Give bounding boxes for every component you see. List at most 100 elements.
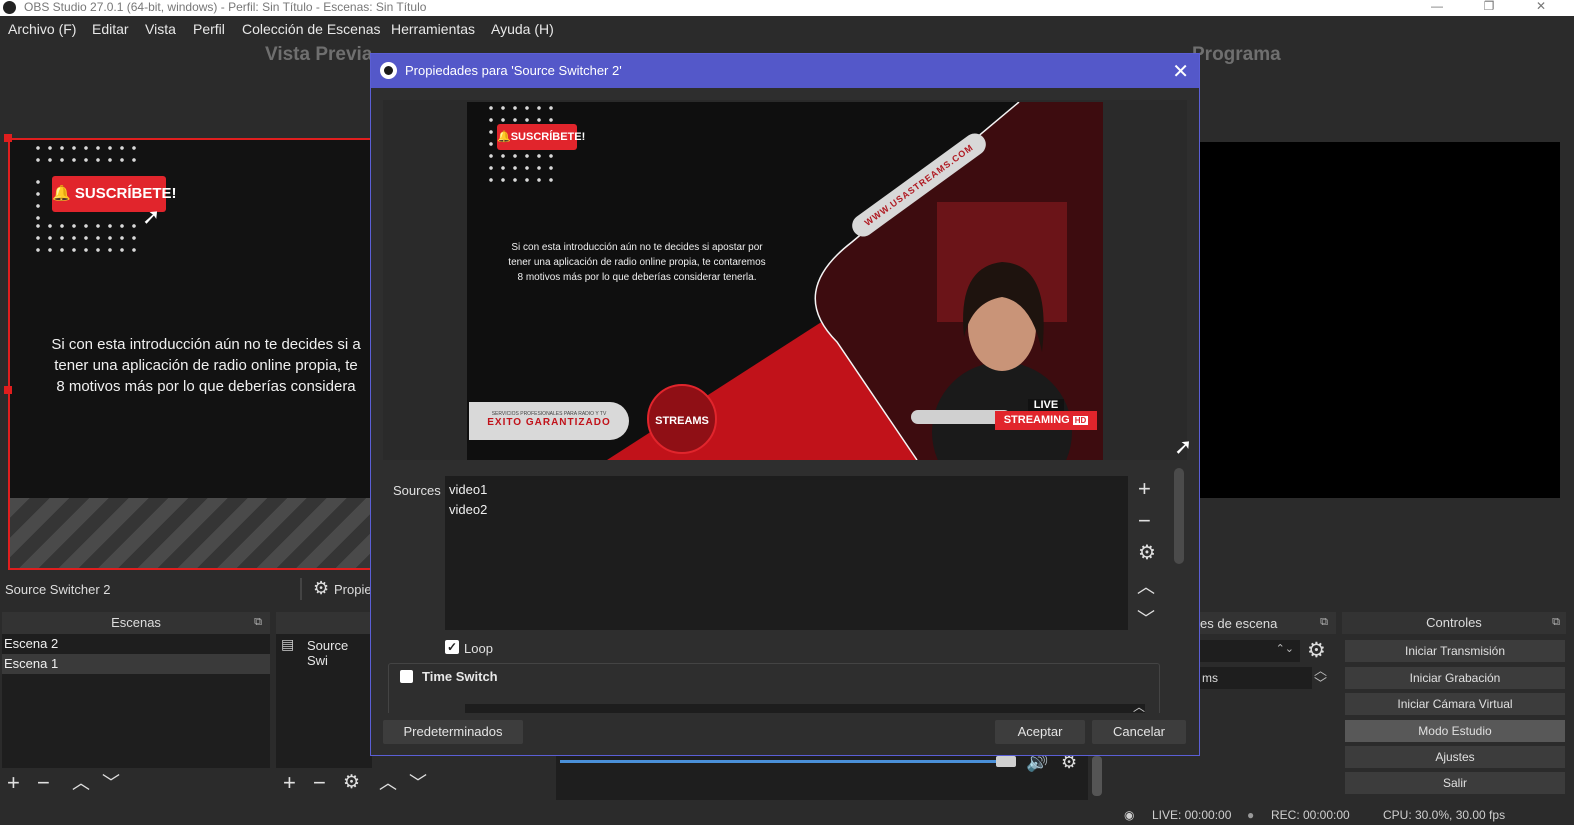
sources-list: ▤ Source Swi [276,634,372,768]
preview-outside-area [10,498,370,568]
settings-button[interactable]: Ajustes [1345,746,1565,768]
volume-slider-handle[interactable] [996,756,1016,767]
duration-spin-icon[interactable]: ︿ ﹀ [1314,664,1327,690]
live-indicator-icon: ◉ [1124,808,1135,822]
menu-editar[interactable]: Editar [92,21,129,37]
menu-archivo[interactable]: Archivo (F) [8,21,76,37]
defaults-button[interactable]: Predeterminados [383,720,523,744]
volume-slider-track[interactable] [560,760,1000,763]
scene-item[interactable]: Escena 2 [2,634,270,654]
start-streaming-button[interactable]: Iniciar Transmisión [1345,640,1565,662]
transform-handle[interactable] [4,386,12,394]
source-switcher-icon: ▤ [281,636,295,652]
bell-icon: 🔔 [52,185,75,202]
undock-icon[interactable]: ⧉ [1552,616,1560,629]
minimize-button[interactable]: — [1414,0,1460,16]
mixer-scrollbar[interactable] [1092,756,1102,796]
cpu-status: CPU: 30.0%, 30.00 fps [1383,808,1506,822]
dialog-sources-list[interactable]: video1 video2 [445,476,1128,630]
transition-gear-icon[interactable]: ⚙ [1307,638,1326,663]
transitions-dock-header: es de escena ⧉ [1200,612,1336,634]
selected-source-name: Source Switcher 2 [5,582,111,597]
subscribe-graphic: 🔔SUSCRÍBETE! [497,124,585,150]
time-switch-group: Time Switch ︿ [388,663,1160,713]
source-up-icon[interactable]: ︿ [379,772,397,794]
duration-input[interactable]: ms [1200,667,1312,689]
sources-label: Sources [393,483,441,498]
undock-icon[interactable]: ⧉ [254,616,262,629]
cursor-icon: ➚ [142,204,161,229]
start-recording-button[interactable]: Iniciar Grabación [1345,667,1565,689]
list-item[interactable]: video2 [449,500,1128,520]
exit-button[interactable]: Salir [1345,772,1565,794]
source-properties-gear-icon[interactable]: ⚙ [343,772,360,794]
transition-select[interactable]: ⌃⌄ [1200,640,1300,662]
source-item[interactable]: Source Swi [307,638,372,668]
close-icon[interactable]: ✕ [1172,59,1189,84]
menu-herramientas[interactable]: Herramientas [391,21,475,37]
gear-icon[interactable]: ⚙ [313,578,329,599]
move-down-icon[interactable]: ﹀ [1137,608,1155,630]
remove-icon[interactable]: − [1138,510,1151,532]
source-toolbar: Source Switcher 2 ⚙ Propie [0,576,372,602]
dot-pattern [32,176,42,226]
add-source-icon[interactable]: + [283,772,296,794]
duration-unit: ms [1202,671,1218,685]
obs-logo-icon [380,62,397,79]
divider [300,578,302,600]
mouse-cursor-icon: ➚ [1174,434,1193,459]
menu-coleccion-escenas[interactable]: Colección de Escenas [242,21,381,37]
move-down-icon[interactable]: ﹀ [102,772,120,794]
cancel-button[interactable]: Cancelar [1092,720,1186,744]
duration-spinbox[interactable] [465,704,1145,713]
sources-toolbar: + − ⚙ ︿ ﹀ [276,768,550,798]
studio-mode-button[interactable]: Modo Estudio [1345,720,1565,742]
menu-ayuda[interactable]: Ayuda (H) [491,21,554,37]
window-title: OBS Studio 27.0.1 (64-bit, windows) - Pe… [24,0,427,14]
loop-checkbox[interactable]: ✓ [445,640,459,654]
dot-pattern [32,142,142,168]
scenes-dock-header: Escenas ⧉ [2,612,270,634]
add-scene-icon[interactable]: + [7,772,20,794]
audio-mixer: 🔊 ⚙ [556,752,1088,800]
remove-scene-icon[interactable]: − [37,772,50,794]
move-up-icon[interactable]: ︿ [1137,576,1155,598]
scenes-toolbar: + − ︿ ﹀ [2,768,270,798]
chevron-up-icon[interactable]: ︿ [1133,698,1145,713]
dialog-title: Propiedades para 'Source Switcher 2' [405,63,622,78]
transitions-header: es de escena [1200,616,1278,631]
undock-icon[interactable]: ⧉ [1320,616,1328,629]
close-window-button[interactable]: ✕ [1518,0,1564,16]
sources-dock-header [276,612,376,634]
subscribe-text: SUSCRÍBETE! [74,185,177,202]
scene-item-selected[interactable]: Escena 1 [2,654,270,674]
time-switch-checkbox[interactable] [400,670,413,683]
menu-perfil[interactable]: Perfil [193,21,225,37]
dialog-preview-image: 🔔SUSCRÍBETE! Si con esta introducción aú… [467,102,1103,460]
source-down-icon[interactable]: ﹀ [409,772,427,794]
properties-dialog: Propiedades para 'Source Switcher 2' ✕ 🔔… [370,53,1200,756]
obs-logo-icon [3,1,16,14]
remove-source-icon[interactable]: − [313,772,326,794]
menu-bar: Archivo (F) Editar Vista Perfil Colecció… [0,16,1574,42]
controls-header: Controles [1342,612,1566,634]
maximize-button[interactable]: ❐ [1466,0,1512,16]
gear-icon[interactable]: ⚙ [1138,542,1156,564]
transform-handle[interactable] [4,134,12,142]
window-title-bar: OBS Studio 27.0.1 (64-bit, windows) - Pe… [0,0,1574,16]
start-virtual-camera-button[interactable]: Iniciar Cámara Virtual [1345,693,1565,715]
list-item[interactable]: video1 [449,480,1128,500]
preview-canvas[interactable]: 🔔 SUSCRÍBETE! ➚ Si con esta introducción… [8,138,372,570]
chevron-updown-icon: ⌃⌄ [1275,643,1294,655]
properties-button[interactable]: Propie [334,582,372,597]
program-canvas [1200,142,1560,498]
menu-vista[interactable]: Vista [145,21,176,37]
move-up-icon[interactable]: ︿ [72,772,90,794]
guarantee-badge: SERVICIOS PROFESIONALES PARA RADIO Y TV … [469,402,629,440]
ok-button[interactable]: Aceptar [995,720,1085,744]
add-icon[interactable]: + [1138,478,1151,500]
dialog-scrollbar[interactable] [1174,468,1184,564]
scenes-list: Escena 2 Escena 1 [2,634,270,768]
scenes-header: Escenas [2,612,270,634]
loop-label: Loop [464,641,493,656]
